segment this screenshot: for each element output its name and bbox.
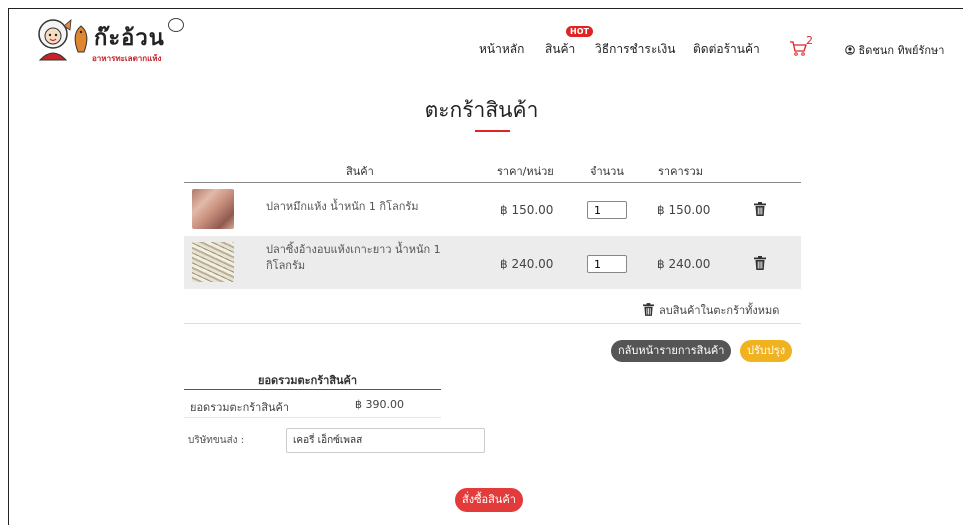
header-total: ราคารวม (658, 165, 703, 178)
product-image[interactable] (192, 242, 234, 282)
user-name: ธิดชนก ทิพย์รักษา (858, 44, 945, 57)
title-underline (475, 130, 510, 132)
row-total: ฿ 150.00 (657, 203, 711, 217)
frame-border-left (8, 8, 9, 525)
summary-title: ยอดรวมตะกร้าสินค้า (258, 374, 358, 387)
nav-payment[interactable]: วิธีการชำระเงิน (595, 40, 675, 59)
brand-badge-icon (168, 18, 184, 32)
page-title: ตะกร้าสินค้า (424, 98, 539, 122)
header-quantity: จำนวน (590, 165, 624, 178)
cart-icon[interactable] (789, 40, 807, 56)
back-to-products-button[interactable]: กลับหน้ารายการสินค้า (611, 340, 732, 362)
frame-border-top (8, 8, 963, 9)
unit-price: ฿ 240.00 (500, 257, 554, 271)
section-divider (184, 323, 801, 324)
product-image[interactable] (192, 189, 234, 229)
table-row: ปลาหมึกแห้ง น้ำหนัก 1 กิโลกรัม ฿ 150.00 … (184, 183, 801, 236)
product-name[interactable]: ปลาซิ้งอ้างอบแห้งเกาะยาว น้ำหนัก 1 กิโลก… (266, 242, 466, 274)
trash-icon[interactable] (754, 202, 766, 216)
user-menu[interactable]: ธิดชนก ทิพย์รักษา (845, 41, 944, 59)
shipping-company-field[interactable] (286, 428, 485, 453)
update-cart-button[interactable]: ปรับปรุง (740, 340, 793, 362)
nav-products[interactable]: สินค้า (545, 40, 575, 59)
brand-tagline: อาหารทะเลตากแห้ง (92, 54, 162, 63)
mascot-logo-icon (38, 19, 72, 61)
fish-illustration-icon (74, 25, 88, 53)
header-product: สินค้า (346, 165, 374, 178)
clear-cart-label: ลบสินค้าในตะกร้าทั้งหมด (659, 304, 780, 317)
nav-home[interactable]: หน้าหลัก (479, 40, 524, 59)
cart-count: 2 (806, 34, 813, 47)
unit-price: ฿ 150.00 (500, 203, 554, 217)
quantity-input[interactable] (587, 201, 627, 219)
summary-divider (184, 389, 441, 390)
clear-cart-link[interactable]: ลบสินค้าในตะกร้าทั้งหมด (643, 301, 779, 319)
trash-icon (643, 303, 654, 316)
place-order-button[interactable]: สั่งซื้อสินค้า (455, 488, 523, 512)
product-name[interactable]: ปลาหมึกแห้ง น้ำหนัก 1 กิโลกรัม (266, 199, 466, 215)
shipping-label: บริษัทขนส่ง : (188, 435, 245, 446)
brand-name: ก๊ะอ้วน (94, 26, 165, 51)
summary-bottom-divider (184, 417, 441, 418)
summary-label: ยอดรวมตะกร้าสินค้า (190, 401, 290, 414)
brand-logo[interactable]: ก๊ะอ้วน อาหารทะเลตากแห้ง (34, 16, 194, 66)
header-unit-price: ราคา/หน่วย (497, 165, 554, 178)
trash-icon[interactable] (754, 256, 766, 270)
nav-contact[interactable]: ติดต่อร้านค้า (693, 40, 760, 59)
table-row: ปลาซิ้งอ้างอบแห้งเกาะยาว น้ำหนัก 1 กิโลก… (184, 236, 801, 289)
row-total: ฿ 240.00 (657, 257, 711, 271)
user-icon (845, 45, 855, 55)
summary-value: ฿ 390.00 (355, 398, 404, 411)
hot-badge: HOT (566, 26, 593, 37)
quantity-input[interactable] (587, 255, 627, 273)
